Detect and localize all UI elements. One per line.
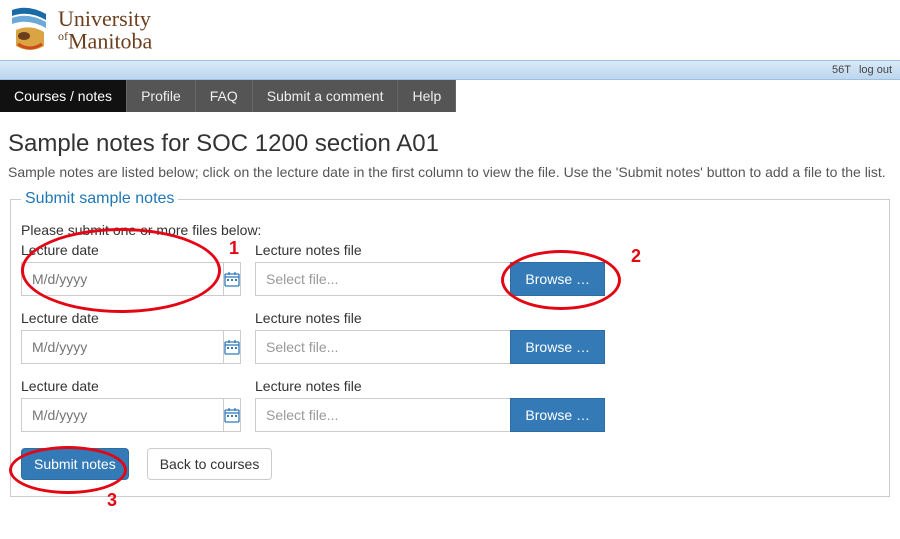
lecture-date-input-1[interactable] — [21, 262, 223, 296]
upload-row-3: Lecture date Lecture notes file Select f… — [21, 378, 879, 432]
nav-profile[interactable]: Profile — [127, 80, 196, 112]
nav-faq[interactable]: FAQ — [196, 80, 253, 112]
header-logo-area: University ofManitoba — [0, 0, 900, 60]
logo-line1: University — [58, 8, 152, 30]
nav-courses-notes[interactable]: Courses / notes — [0, 80, 127, 112]
calendar-icon[interactable] — [223, 398, 241, 432]
nav-help[interactable]: Help — [398, 80, 456, 112]
file-select-display-1[interactable]: Select file... — [255, 262, 510, 296]
nav-submit-comment[interactable]: Submit a comment — [253, 80, 399, 112]
lecture-date-input-3[interactable] — [21, 398, 223, 432]
lecture-file-label: Lecture notes file — [255, 378, 605, 394]
file-select-display-3[interactable]: Select file... — [255, 398, 510, 432]
logo-crest-icon — [10, 6, 50, 54]
form-actions: Submit notes Back to courses — [21, 448, 879, 480]
logout-link[interactable]: log out — [859, 64, 892, 76]
submit-notes-button[interactable]: Submit notes — [21, 448, 129, 480]
lecture-date-input-2[interactable] — [21, 330, 223, 364]
page-subtitle: Sample notes are listed below; click on … — [8, 164, 892, 180]
main-nav: Courses / notes Profile FAQ Submit a com… — [0, 80, 900, 112]
fieldset-legend: Submit sample notes — [21, 190, 178, 208]
university-logo: University ofManitoba — [10, 6, 890, 54]
lecture-date-label: Lecture date — [21, 378, 231, 394]
file-select-display-2[interactable]: Select file... — [255, 330, 510, 364]
page-content: Sample notes for SOC 1200 section A01 Sa… — [0, 112, 900, 517]
logo-text: University ofManitoba — [58, 8, 152, 52]
browse-button-1[interactable]: Browse … — [510, 262, 605, 296]
lecture-file-label: Lecture notes file — [255, 310, 605, 326]
submit-notes-fieldset: Submit sample notes Please submit one or… — [10, 190, 890, 497]
back-to-courses-button[interactable]: Back to courses — [147, 448, 273, 480]
lecture-file-label: Lecture notes file — [255, 242, 605, 258]
page-title: Sample notes for SOC 1200 section A01 — [8, 130, 892, 158]
current-user: 56T — [832, 64, 851, 76]
fieldset-instruction: Please submit one or more files below: — [21, 222, 879, 238]
lecture-date-label: Lecture date — [21, 310, 231, 326]
calendar-icon[interactable] — [223, 262, 241, 296]
browse-button-2[interactable]: Browse … — [510, 330, 605, 364]
user-topbar: 56T log out — [0, 60, 900, 80]
annotation-number-3: 3 — [107, 490, 117, 511]
browse-button-3[interactable]: Browse … — [510, 398, 605, 432]
logo-line2: ofManitoba — [58, 30, 152, 52]
lecture-date-label: Lecture date — [21, 242, 231, 258]
upload-row-2: Lecture date Lecture notes file Select f… — [21, 310, 879, 364]
calendar-icon[interactable] — [223, 330, 241, 364]
upload-row-1: Lecture date Lecture notes file Select f… — [21, 242, 879, 296]
